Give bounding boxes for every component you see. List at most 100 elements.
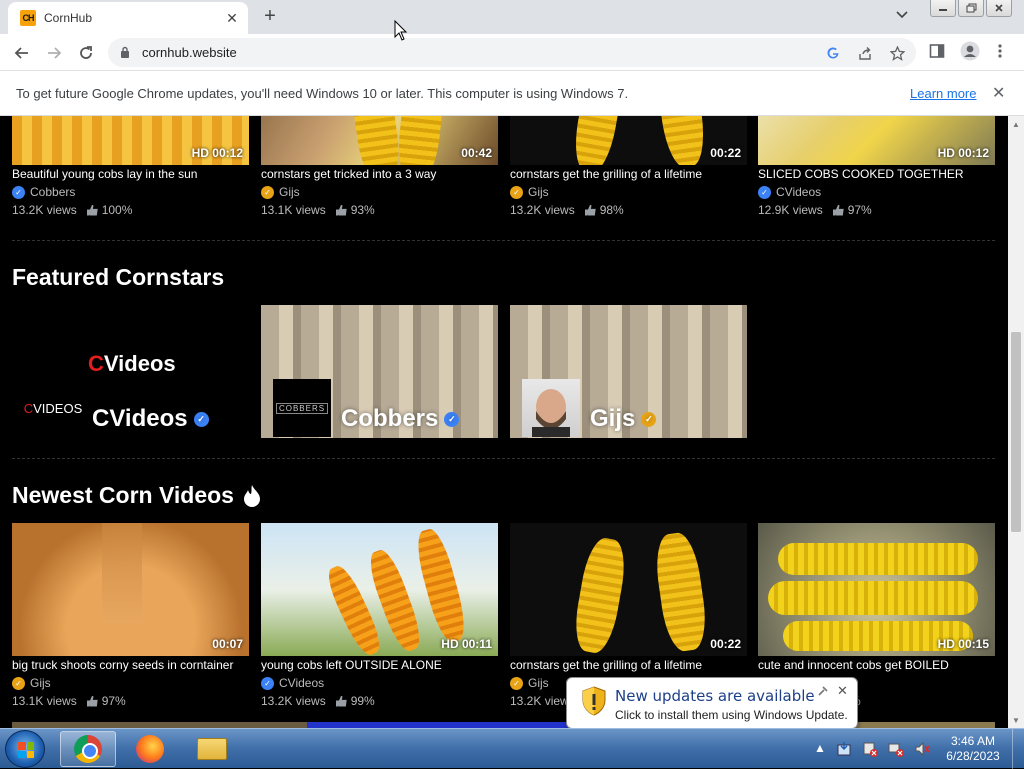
new-tab-button[interactable]: + <box>258 4 282 28</box>
channel-name[interactable]: Gijs <box>279 185 300 199</box>
taskbar-clock[interactable]: 3:46 AM 6/28/2023 <box>944 734 1002 764</box>
share-icon[interactable] <box>856 44 874 62</box>
start-button[interactable] <box>5 730 45 768</box>
forward-button[interactable] <box>42 41 66 65</box>
video-title[interactable]: cute and innocent cobs get BOILED <box>758 658 995 672</box>
video-thumbnail[interactable]: HD 00:12 <box>12 116 249 165</box>
chrome-menu-icon[interactable] <box>998 43 1002 63</box>
scrollbar-thumb[interactable] <box>1011 332 1021 532</box>
volume-muted-icon[interactable] <box>914 741 930 757</box>
cornstar-card[interactable]: Gijs ✓ <box>510 305 747 438</box>
view-count: 12.9K views <box>758 203 823 217</box>
taskbar-chrome[interactable] <box>60 731 116 767</box>
video-card[interactable]: 00:22 cornstars get the grilling of a li… <box>510 116 747 217</box>
notification-close-icon[interactable]: ✕ <box>837 683 848 699</box>
reload-button[interactable] <box>74 41 98 65</box>
video-thumbnail[interactable]: 00:42 <box>261 116 498 165</box>
video-duration: HD 00:15 <box>937 637 989 651</box>
video-title[interactable]: Beautiful young cobs lay in the sun <box>12 167 249 181</box>
update-tray-icon[interactable] <box>836 741 852 757</box>
video-thumbnail[interactable]: 00:22 <box>510 523 747 656</box>
learn-more-link[interactable]: Learn more <box>910 86 976 101</box>
video-thumbnail[interactable]: HD 00:12 <box>758 116 995 165</box>
thumbs-up-icon <box>335 204 347 216</box>
scroll-down-arrow-icon[interactable]: ▼ <box>1008 712 1024 728</box>
page-scrollbar[interactable]: ▲ ▼ <box>1008 116 1024 728</box>
taskbar-firefox[interactable] <box>122 731 178 767</box>
notification-text[interactable]: Click to install them using Windows Upda… <box>615 708 848 722</box>
tab-close-icon[interactable]: ✕ <box>224 10 240 27</box>
verified-check-icon: ✓ <box>510 185 523 199</box>
video-channel[interactable]: ✓ Cobbers <box>12 185 249 199</box>
window-controls <box>928 0 1012 18</box>
update-notification-balloon[interactable]: New updates are available Click to insta… <box>566 677 859 740</box>
channel-name[interactable]: Gijs <box>528 676 549 690</box>
channel-name[interactable]: Gijs <box>30 676 51 690</box>
verified-check-icon: ✓ <box>641 411 657 427</box>
video-card[interactable]: HD 00:12 SLICED COBS COOKED TOGETHER ✓ CV… <box>758 116 995 217</box>
channel-name[interactable]: CVideos <box>776 185 821 199</box>
taskbar-explorer[interactable] <box>184 731 240 767</box>
video-card[interactable]: HD 00:12 Beautiful young cobs lay in the… <box>12 116 249 217</box>
url-text[interactable]: cornhub.website <box>142 45 237 60</box>
back-button[interactable] <box>10 41 34 65</box>
tab-search-chevron-icon[interactable] <box>896 8 908 22</box>
thumbs-up-icon <box>86 204 98 216</box>
network-icon[interactable] <box>888 741 904 757</box>
system-tray: ▲ <box>814 741 930 757</box>
action-center-icon[interactable] <box>862 741 878 757</box>
video-title[interactable]: cornstars get tricked into a 3 way <box>261 167 498 181</box>
notification-options-icon[interactable] <box>817 685 829 700</box>
side-panel-icon[interactable] <box>929 43 945 63</box>
minimize-button[interactable] <box>930 0 956 17</box>
show-desktop-button[interactable] <box>1012 729 1024 769</box>
video-title[interactable]: young cobs left OUTSIDE ALONE <box>261 658 498 672</box>
video-channel[interactable]: ✓ Gijs <box>510 185 747 199</box>
video-channel[interactable]: ✓ CVideos <box>758 185 995 199</box>
video-channel[interactable]: ✓ Gijs <box>261 185 498 199</box>
cornstar-name[interactable]: Gijs ✓ <box>590 405 661 433</box>
channel-name[interactable]: Cobbers <box>30 185 75 199</box>
video-thumbnail[interactable]: HD 00:15 <box>758 523 995 656</box>
cornstar-card[interactable]: COBBERS Cobbers ✓ <box>261 305 498 438</box>
view-count: 13.2K views <box>510 203 575 217</box>
address-bar[interactable]: cornhub.website <box>108 38 916 67</box>
cornstar-avatar[interactable]: C VIDEOS <box>24 379 82 437</box>
video-card[interactable]: 00:42 cornstars get tricked into a 3 way… <box>261 116 498 217</box>
video-title[interactable]: SLICED COBS COOKED TOGETHER <box>758 167 995 181</box>
cornstar-name[interactable]: CVideos ✓ <box>92 405 214 433</box>
video-duration: HD 00:12 <box>937 146 989 160</box>
google-lens-icon[interactable] <box>824 44 842 62</box>
video-thumbnail[interactable]: 00:22 <box>510 116 747 165</box>
profile-avatar-icon[interactable] <box>960 41 980 65</box>
browser-tab[interactable]: CH CornHub ✕ <box>8 2 248 34</box>
video-title[interactable]: big truck shoots corny seeds in corntain… <box>12 658 249 672</box>
video-channel[interactable]: ✓ CVideos <box>261 676 498 690</box>
cornstar-avatar[interactable] <box>522 379 580 437</box>
video-channel[interactable]: ✓ Gijs <box>12 676 249 690</box>
channel-name[interactable]: CVideos <box>279 676 324 690</box>
video-stats: 13.2K views 100% <box>12 203 249 217</box>
cornstar-card[interactable]: CVideos C VIDEOS CVideos ✓ <box>12 305 249 438</box>
video-title[interactable]: cornstars get the grilling of a lifetime <box>510 658 747 672</box>
bookmark-star-icon[interactable] <box>888 44 906 62</box>
thumbs-up-icon <box>86 695 98 707</box>
infobar-close-icon[interactable]: ✕ <box>992 83 1005 103</box>
video-thumbnail[interactable]: HD 00:11 <box>261 523 498 656</box>
channel-name[interactable]: Gijs <box>528 185 549 199</box>
view-count: 13.1K views <box>12 694 77 708</box>
video-card[interactable]: 00:07 big truck shoots corny seeds in co… <box>12 523 249 708</box>
cornstar-avatar[interactable]: COBBERS <box>273 379 331 437</box>
restore-button[interactable] <box>958 0 984 17</box>
lock-icon[interactable] <box>120 46 130 58</box>
cornstar-name[interactable]: Cobbers ✓ <box>341 405 464 433</box>
video-card[interactable]: HD 00:11 young cobs left OUTSIDE ALONE ✓… <box>261 523 498 708</box>
notification-title[interactable]: New updates are available <box>615 687 815 705</box>
windows-taskbar: ▲ 3:46 AM 6/28/2023 <box>0 728 1024 769</box>
scroll-up-arrow-icon[interactable]: ▲ <box>1008 116 1024 132</box>
close-window-button[interactable] <box>986 0 1012 17</box>
video-thumbnail[interactable]: 00:07 <box>12 523 249 656</box>
tray-expand-icon[interactable]: ▲ <box>814 741 826 757</box>
video-title[interactable]: cornstars get the grilling of a lifetime <box>510 167 747 181</box>
video-duration: HD 00:12 <box>191 146 243 160</box>
